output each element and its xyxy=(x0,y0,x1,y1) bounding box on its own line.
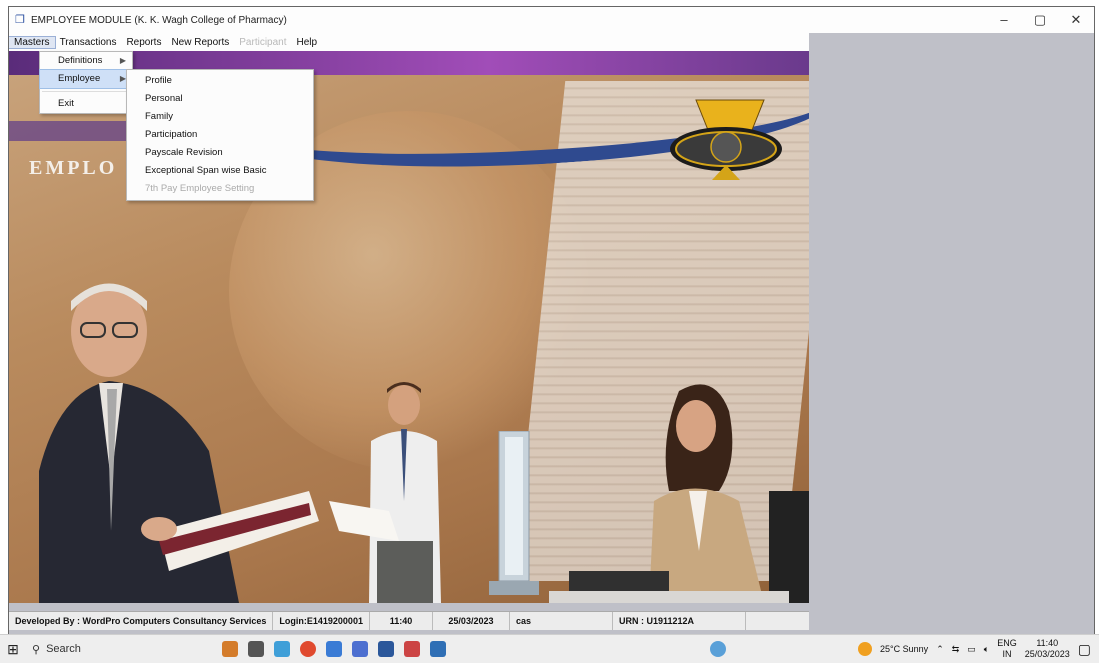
standing-man-image xyxy=(329,382,441,603)
taskbar-search[interactable]: ⚲ Search xyxy=(26,638,182,660)
app-icon-blue[interactable] xyxy=(326,641,342,657)
minimize-button[interactable]: – xyxy=(986,7,1022,33)
purple-strip xyxy=(9,121,129,141)
monitor-app-icon[interactable] xyxy=(352,641,368,657)
notification-icon[interactable]: ▢ xyxy=(1078,641,1091,658)
submenu-item-family[interactable]: Family xyxy=(127,108,313,126)
taskbar: ⊞ ⚲ Search 25°C Sunny ⌃ ⇆ ▭ 🔈︎ ENG IN 11… xyxy=(0,634,1099,663)
menu-item-definitions[interactable]: Definitions ▶ xyxy=(40,52,132,70)
woman-at-computer-image xyxy=(549,384,809,603)
man-with-book-image xyxy=(39,283,319,603)
definitions-label: Definitions xyxy=(58,55,103,66)
search-icon: ⚲ xyxy=(32,643,41,656)
clock-date: 25/03/2023 xyxy=(1024,649,1070,659)
banner-text: EMPLO xyxy=(29,157,118,179)
volume-icon[interactable]: 🔈︎ xyxy=(984,644,989,655)
menu-bar: Masters Transactions Reports New Reports… xyxy=(9,33,809,51)
lang-top: ENG xyxy=(997,638,1017,648)
maximize-button[interactable]: ▢ xyxy=(1022,7,1058,33)
search-label: Search xyxy=(46,643,81,655)
cas-logo xyxy=(670,99,782,180)
status-time: 11:40 xyxy=(370,612,433,630)
weather-icon xyxy=(858,642,873,656)
menu-reports[interactable]: Reports xyxy=(121,37,166,48)
window-title: EMPLOYEE MODULE (K. K. Wagh College of P… xyxy=(31,14,287,26)
pinned-apps xyxy=(222,641,446,657)
system-tray: 25°C Sunny ⌃ ⇆ ▭ 🔈︎ ENG IN 11:40 25/03/2… xyxy=(858,635,1091,663)
clock-time: 11:40 xyxy=(1036,638,1059,648)
file-explorer-icon[interactable] xyxy=(274,641,290,657)
employee-submenu: Profile Personal Family Participation Pa… xyxy=(126,69,314,201)
close-button[interactable]: ✕ xyxy=(1058,7,1094,33)
app-icon: ❐ xyxy=(15,14,25,26)
login-id: Login:E1419200001 xyxy=(273,612,370,630)
app-icon-windows[interactable] xyxy=(378,641,394,657)
window-controls: – ▢ ✕ xyxy=(986,7,1094,33)
status-urn: URN : U1911212A xyxy=(613,612,746,630)
masters-dropdown: Definitions ▶ Employee ▶ Exit xyxy=(39,51,133,114)
windows-start-button[interactable]: ⊞ xyxy=(0,641,26,658)
app-icon-window[interactable] xyxy=(430,641,446,657)
menu-item-exit[interactable]: Exit xyxy=(40,95,132,113)
menu-masters[interactable]: Masters xyxy=(9,35,56,49)
chevron-right-icon: ▶ xyxy=(119,56,126,65)
monitor-tray-icon[interactable]: ▭ xyxy=(967,644,976,655)
menu-new-reports[interactable]: New Reports xyxy=(166,37,234,48)
chevron-up-icon[interactable]: ⌃ xyxy=(936,644,944,655)
employee-label: Employee xyxy=(58,73,101,84)
menu-participant: Participant xyxy=(239,36,287,48)
status-date: 25/03/2023 xyxy=(433,612,510,630)
menu-item-employee[interactable]: Employee ▶ xyxy=(39,69,133,89)
menu-transactions[interactable]: Transactions xyxy=(55,37,122,48)
taskbar-clock[interactable]: 11:40 25/03/2023 xyxy=(1025,638,1070,660)
submenu-item-participation[interactable]: Participation xyxy=(127,126,313,144)
menu-help[interactable]: Help xyxy=(292,37,323,48)
network-icon[interactable]: ⇆ xyxy=(952,644,960,655)
exit-label: Exit xyxy=(58,98,74,109)
submenu-item-profile[interactable]: Profile xyxy=(127,72,313,90)
submenu-item-payscale-revision[interactable]: Payscale Revision xyxy=(127,144,313,162)
computer-monitor-image xyxy=(489,431,539,595)
status-bar: Developed By : WordPro Computers Consult… xyxy=(9,611,809,630)
app-window: ❐ EMPLOYEE MODULE (K. K. Wagh College of… xyxy=(8,6,1095,636)
menu-separator xyxy=(42,91,130,92)
chrome-icon[interactable] xyxy=(300,641,316,657)
weather-text[interactable]: 25°C Sunny xyxy=(880,644,928,654)
language-indicator[interactable]: ENG IN xyxy=(997,638,1017,660)
status-user: cas xyxy=(510,612,613,630)
app-icon-red[interactable] xyxy=(404,641,420,657)
tray-app-icon[interactable] xyxy=(710,641,726,657)
news-icon[interactable] xyxy=(222,641,238,657)
lang-bottom: IN xyxy=(1002,649,1012,659)
submenu-item-personal[interactable]: Personal xyxy=(127,90,313,108)
task-view-icon[interactable] xyxy=(248,641,264,657)
submenu-item-exceptional-span[interactable]: Exceptional Span wise Basic xyxy=(127,162,313,180)
developer-credit: Developed By : WordPro Computers Consult… xyxy=(9,612,274,630)
submenu-item-7th-pay-setting: 7th Pay Employee Setting xyxy=(145,183,255,194)
title-bar: ❐ EMPLOYEE MODULE (K. K. Wagh College of… xyxy=(9,7,1094,33)
